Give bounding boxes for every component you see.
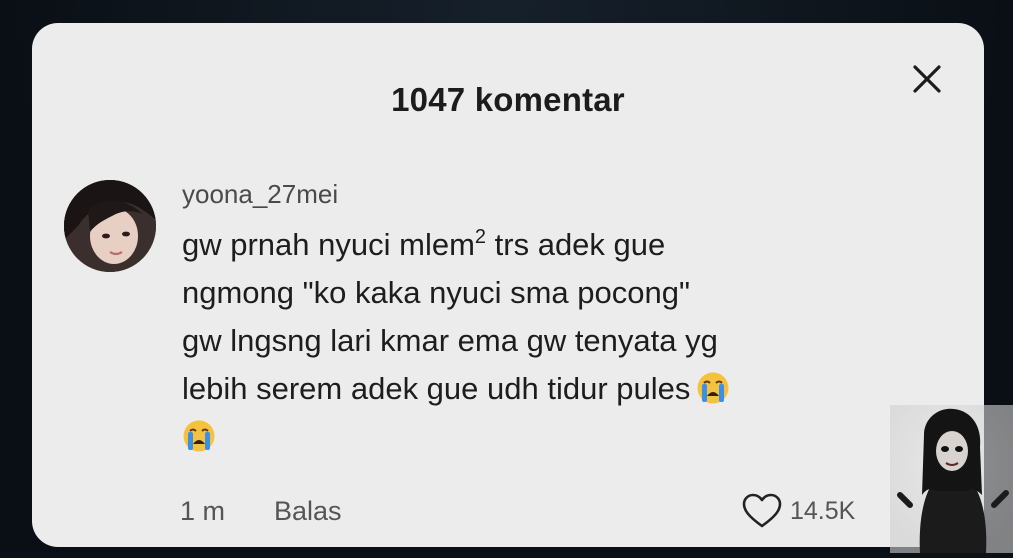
like-count: 14.5K — [790, 496, 856, 525]
comment-line-1: gw prnah nyuci mlem2 trs adek gue — [182, 221, 902, 269]
comments-count-title: 1047 komentar — [391, 81, 625, 118]
comment-line-4-text: lebih serem adek gue udh tidur pules — [182, 371, 691, 406]
comment-line-4: lebih serem adek gue udh tidur pules — [182, 365, 902, 413]
comment-line-1-start: gw prnah nyuci mlem — [182, 227, 475, 262]
app-background: 1047 komentar yoona_27mei gw prnah nyuci… — [0, 0, 1013, 553]
comment-username[interactable]: yoona_27mei — [182, 179, 338, 210]
crying-face-icon — [182, 419, 216, 453]
comment-text: gw prnah nyuci mlem2 trs adek gue ngmong… — [182, 221, 902, 453]
comment-line-3: gw lngsng lari kmar ema gw tenyata yg — [182, 323, 718, 358]
comment-line-1-end: trs adek gue — [494, 227, 666, 262]
comment-line-2: ngmong "ko kaka nyuci sma pocong" — [182, 275, 690, 310]
avatar[interactable] — [64, 180, 156, 272]
heart-outline-icon[interactable] — [742, 493, 782, 529]
reply-button[interactable]: Balas — [274, 496, 342, 527]
comments-panel: 1047 komentar yoona_27mei gw prnah nyuci… — [32, 23, 984, 547]
superscript: 2 — [474, 226, 487, 248]
crying-face-icon — [696, 371, 730, 405]
ghost-girl-sticker — [890, 405, 1013, 553]
close-icon[interactable] — [907, 59, 947, 99]
like-button[interactable]: 14.5K — [742, 493, 855, 529]
comment-timestamp: 1 m — [180, 496, 226, 526]
